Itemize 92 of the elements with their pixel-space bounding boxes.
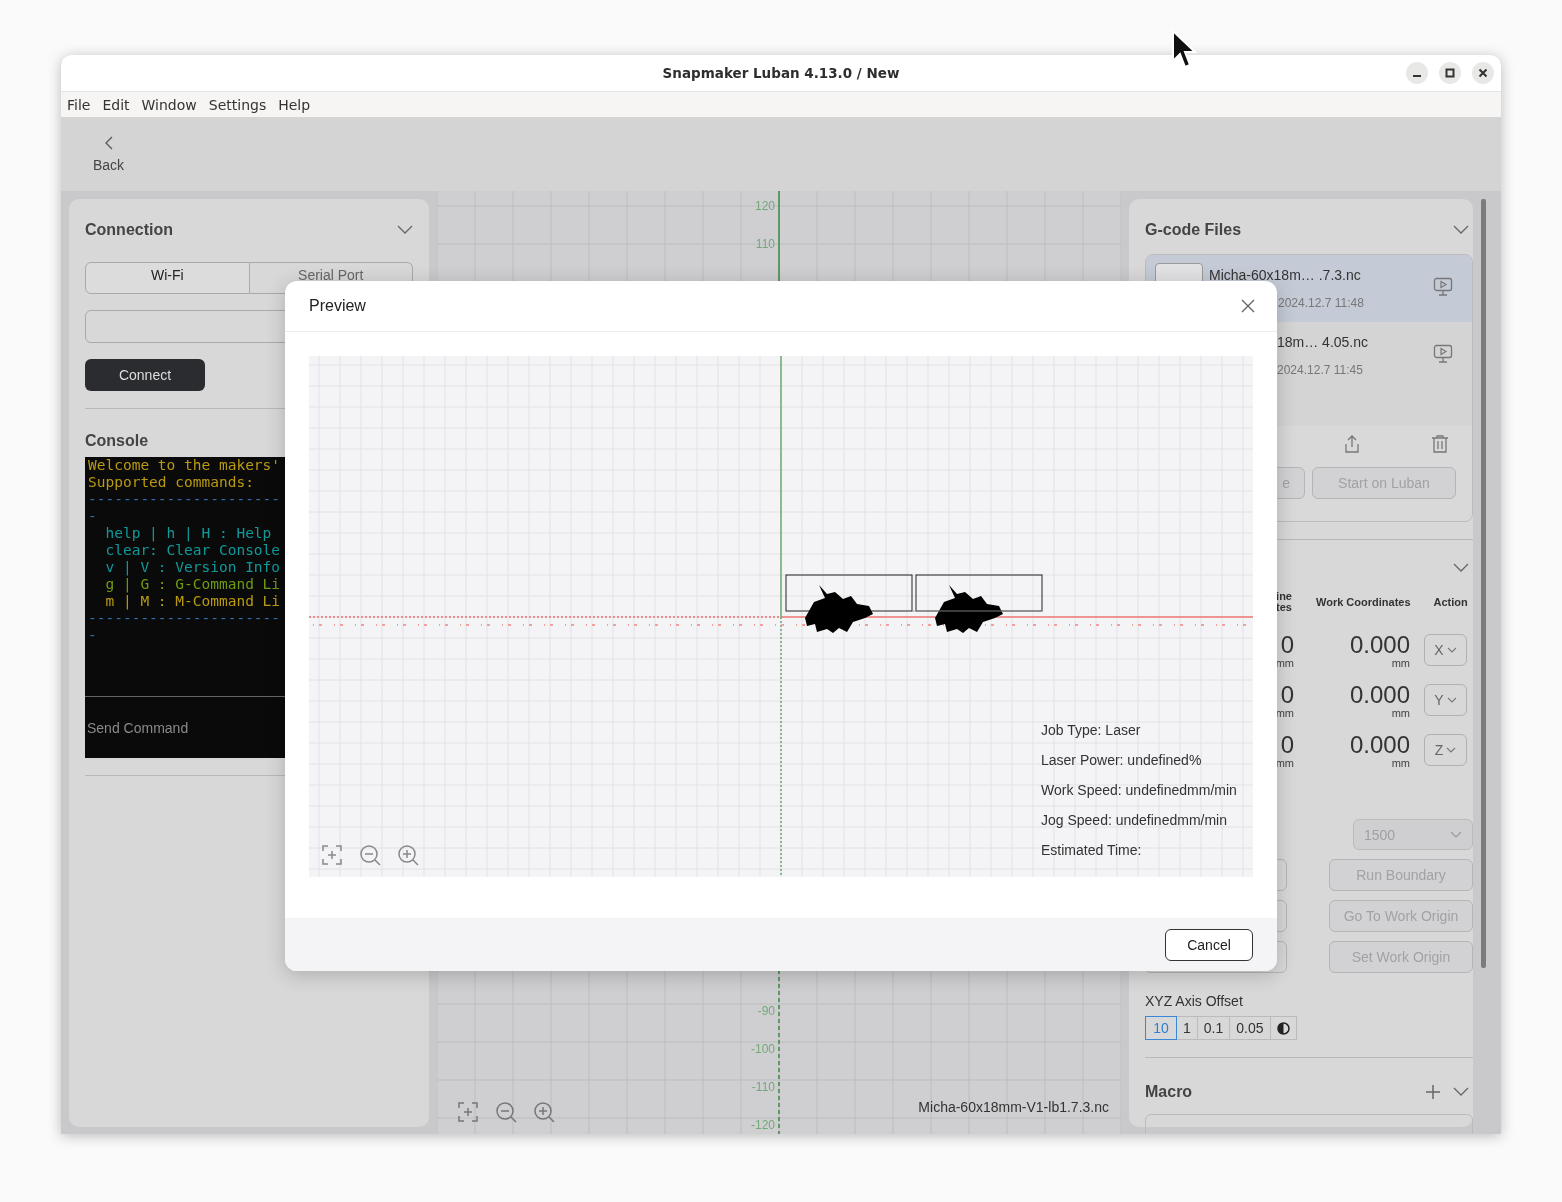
coordinate-value: 0: [1280, 732, 1294, 758]
step-option[interactable]: 1: [1176, 1016, 1198, 1040]
file-name: Micha-60x18m… .7.3.nc: [1209, 267, 1362, 283]
menu-item[interactable]: File: [67, 96, 91, 113]
coordinate-value: 0.000: [1349, 682, 1410, 708]
trash-icon[interactable]: [1430, 434, 1450, 454]
column-header: Action: [1433, 596, 1468, 608]
console-line: ----------------------: [88, 491, 281, 508]
file-date: 2024.12.7 11:45: [1277, 363, 1364, 377]
axis-dropdown[interactable]: X: [1424, 634, 1467, 666]
panel-title: Console: [85, 432, 150, 450]
panel-title: Connection: [85, 221, 173, 239]
unit-label: mm: [1391, 758, 1410, 768]
console-line: Supported commands:: [88, 474, 254, 491]
file-name: 18m… 4.05.nc: [1277, 334, 1369, 350]
axis-offset-label: XYZ Axis Offset: [1145, 993, 1244, 1009]
chevron-down-icon[interactable]: [1453, 225, 1469, 235]
menu-item[interactable]: Settings: [208, 96, 267, 113]
axis-label: -110: [751, 1080, 775, 1094]
job-info-text: Job Type: Laser: [1041, 722, 1142, 739]
job-info-text: Estimated Time:: [1041, 842, 1143, 859]
play-monitor-icon[interactable]: [1433, 277, 1453, 297]
chevron-down-icon: [1446, 647, 1457, 653]
share-icon[interactable]: [1342, 434, 1362, 454]
chevron-down-icon: [1450, 831, 1462, 838]
chevron-down-icon[interactable]: [397, 225, 413, 235]
panel-title: G-code Files: [1145, 221, 1242, 239]
zoom-in-icon[interactable]: [533, 1101, 555, 1123]
axis-label: 110: [755, 237, 775, 251]
gcode-file-row[interactable]: 18m… 4.05.nc 2024.12.7 11:45: [1146, 322, 1472, 389]
console-line: ----------------------: [88, 610, 281, 627]
axis-label: -120: [750, 1118, 775, 1132]
chevron-down-icon: [1446, 747, 1457, 753]
connect-button[interactable]: Connect: [85, 359, 205, 391]
unit-label: mm: [1391, 658, 1410, 668]
console-line: -: [88, 508, 97, 525]
fit-view-icon[interactable]: [457, 1101, 479, 1123]
menu-item[interactable]: Edit: [102, 96, 130, 113]
chevron-down-icon: [1446, 697, 1457, 703]
zoom-in-icon[interactable]: [397, 844, 419, 866]
console-line: v | V : Version Info: [104, 559, 281, 576]
close-icon[interactable]: [1472, 62, 1494, 84]
job-info-text: Laser Power: undefined%: [1041, 752, 1203, 769]
zoom-out-icon[interactable]: [495, 1101, 517, 1123]
chevron-down-icon[interactable]: [1453, 1087, 1469, 1097]
job-info-text: Work Speed: undefinedmm/min: [1041, 782, 1237, 799]
unit-label: mm: [1275, 708, 1294, 718]
console-line: help | h | H : Help: [104, 525, 272, 542]
play-monitor-icon[interactable]: [1433, 344, 1453, 364]
file-date: 2024.12.7 11:48: [1278, 296, 1364, 310]
axis-label: 120: [754, 199, 775, 213]
coordinate-value: 0: [1280, 682, 1294, 708]
axis-label: -100: [750, 1042, 775, 1056]
panel-title: Macro: [1145, 1083, 1193, 1101]
connection-tab[interactable]: Wi-Fi: [85, 262, 250, 294]
menu-item[interactable]: Window: [141, 96, 197, 113]
zoom-out-icon[interactable]: [359, 844, 381, 866]
contrast-icon: [1276, 1021, 1290, 1035]
plus-icon[interactable]: [1425, 1084, 1441, 1100]
coordinate-value: 0.000: [1349, 632, 1410, 658]
fit-view-icon[interactable]: [321, 844, 343, 866]
dialog-title: Preview: [309, 297, 366, 315]
step-option[interactable]: 0.1: [1196, 1016, 1231, 1040]
cancel-button[interactable]: Cancel: [1165, 928, 1253, 961]
column-header: Work Coordinates: [1316, 596, 1411, 608]
step-option[interactable]: 0.05: [1229, 1016, 1271, 1040]
column-header: tes: [1276, 602, 1292, 613]
minimize-icon[interactable]: [1406, 62, 1428, 84]
unit-label: mm: [1391, 708, 1410, 718]
menu-item[interactable]: Help: [278, 96, 311, 113]
coordinate-value: 0: [1280, 632, 1294, 658]
console-line: m | M : M-Command Li: [104, 593, 281, 610]
axis-dropdown[interactable]: Y: [1424, 684, 1467, 716]
maximize-icon[interactable]: [1439, 62, 1461, 84]
chevron-down-icon[interactable]: [1453, 563, 1469, 573]
console-line: g | G : G-Command Li: [104, 576, 281, 593]
column-header: ine: [1276, 591, 1292, 602]
axis-label: -90: [757, 1004, 775, 1018]
close-icon[interactable]: [1241, 299, 1255, 313]
coordinate-value: 0.000: [1349, 732, 1410, 758]
console-line: -: [88, 627, 97, 644]
file-name: Micha-60x18mm-V1-lb1.7.3.nc: [918, 1099, 1109, 1115]
unit-label: mm: [1275, 658, 1294, 668]
console-line: Welcome to the makers': [88, 457, 281, 474]
scrollbar[interactable]: [1481, 199, 1486, 968]
job-info-text: Jog Speed: undefinedmm/min: [1041, 812, 1228, 829]
contrast-button[interactable]: [1269, 1016, 1297, 1040]
unit-label: mm: [1275, 758, 1294, 768]
back-button[interactable]: Back: [85, 135, 133, 173]
window-title: Snapmaker Luban 4.13.0 / New: [662, 65, 900, 81]
axis-dropdown[interactable]: Z: [1424, 734, 1467, 766]
console-line: clear: Clear Console: [104, 542, 281, 559]
